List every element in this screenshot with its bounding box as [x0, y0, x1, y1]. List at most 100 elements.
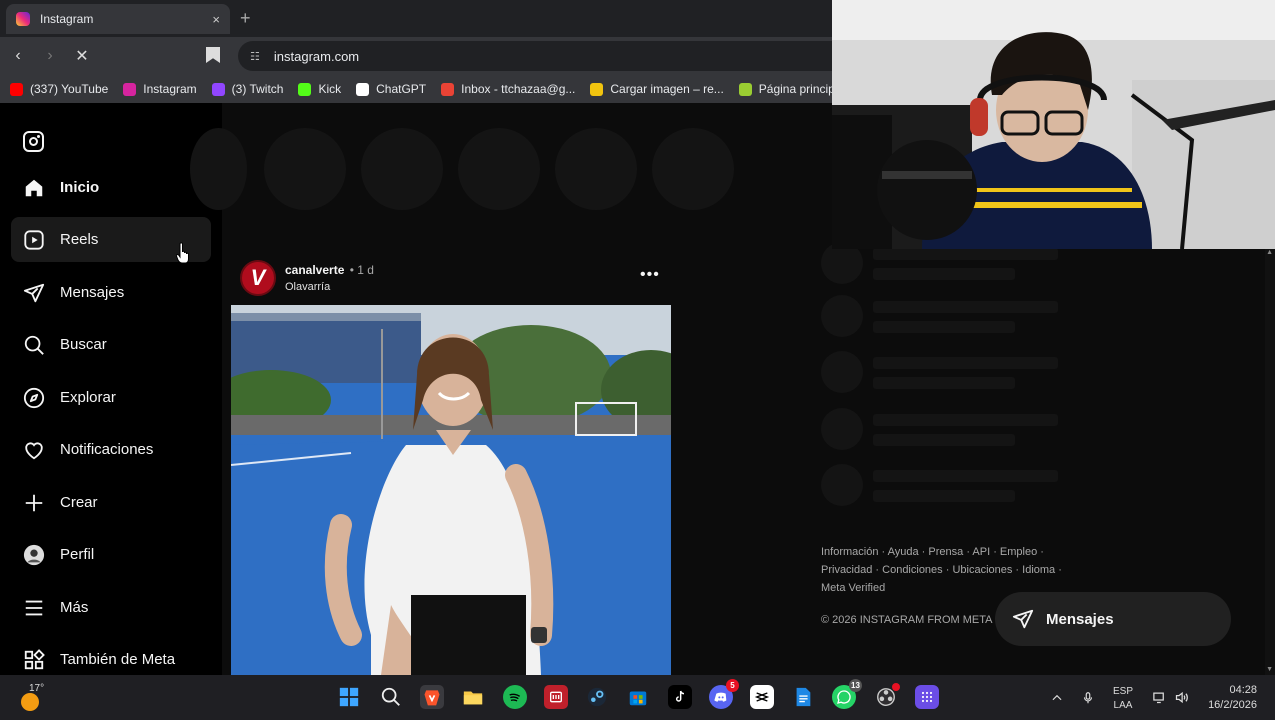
post-time: • 1 d	[349, 263, 374, 277]
bookmark-item[interactable]: Instagram	[123, 82, 197, 96]
windows-taskbar: 17° 5 13 ESP LAA 04:28 16/2/2026	[0, 675, 1275, 720]
menu-icon	[23, 597, 45, 619]
capcut-icon[interactable]	[750, 685, 774, 709]
bookmark-item[interactable]: Kick	[298, 82, 341, 96]
weather-widget[interactable]: 17°	[19, 683, 49, 713]
post-username[interactable]: canalverte • 1 d	[285, 263, 374, 277]
steam-icon[interactable]	[585, 685, 609, 709]
tab-close-icon[interactable]: ×	[212, 12, 220, 27]
suggestion-placeholder	[821, 295, 1061, 339]
weather-sun-icon	[21, 693, 39, 711]
story-placeholder	[190, 128, 247, 210]
instagram-favicon-icon	[16, 12, 30, 26]
stop-loading-icon[interactable]: ✕	[68, 46, 96, 66]
system-clock[interactable]: 04:28 16/2/2026	[1200, 683, 1257, 713]
volume-icon[interactable]	[1174, 675, 1189, 720]
webcam-overlay	[832, 0, 1275, 249]
sidebar-item-label: Explorar	[60, 389, 116, 406]
language-indicator[interactable]: ESP LAA	[1113, 685, 1133, 713]
back-icon[interactable]: ‹	[4, 47, 32, 65]
weather-temperature: 17°	[29, 683, 45, 694]
taskbar-search-icon[interactable]	[379, 685, 403, 709]
discord-icon[interactable]: 5	[709, 679, 739, 709]
discord-badge: 5	[726, 679, 739, 692]
tiktok-icon[interactable]	[668, 685, 692, 709]
apps-grid-icon[interactable]	[915, 685, 939, 709]
microsoft-store-icon[interactable]	[626, 685, 650, 709]
language-code: ESP	[1113, 686, 1134, 697]
scroll-up-arrow-icon[interactable]: ▲	[1266, 249, 1273, 256]
scrollbar[interactable]	[1265, 248, 1275, 675]
bookmark-favicon-icon	[298, 82, 312, 96]
microphone-icon[interactable]	[1081, 675, 1095, 720]
sidebar-item-label: Buscar	[60, 336, 107, 353]
browser-tab-instagram[interactable]: Instagram ×	[6, 4, 230, 34]
post-photo[interactable]	[231, 305, 671, 675]
bookmark-icon[interactable]	[206, 47, 220, 63]
footer-links-line[interactable]: Privacidad · Condiciones · Ubicaciones ·…	[821, 561, 1071, 579]
more-options-icon[interactable]: •••	[640, 266, 660, 284]
story-placeholder	[361, 128, 443, 210]
url-text: instagram.com	[273, 48, 360, 64]
bookmark-item[interactable]: ChatGPT	[356, 82, 426, 96]
post-location[interactable]: Olavarría	[285, 281, 330, 293]
home-icon	[23, 177, 45, 199]
sidebar-item-mensajes[interactable]: Mensajes	[11, 270, 211, 315]
document-app-icon[interactable]	[791, 685, 815, 709]
sidebar-item-label: Inicio	[60, 179, 100, 196]
sidebar-item-inicio[interactable]: Inicio	[11, 165, 211, 210]
whatsapp-icon[interactable]: 13	[832, 679, 862, 709]
sidebar-item-mas[interactable]: Más	[11, 585, 211, 630]
meta-apps-icon	[23, 648, 45, 671]
sidebar-item-tambien-de-meta[interactable]: También de Meta	[11, 637, 211, 675]
bookmark-item[interactable]: Página principal	[738, 82, 832, 96]
sidebar-item-label: Notificaciones	[60, 441, 154, 458]
network-icon[interactable]	[1152, 675, 1167, 720]
footer-links-line[interactable]: Información · Ayuda · Prensa · API · Emp…	[821, 543, 1071, 561]
story-placeholder	[555, 128, 637, 210]
bookmark-item[interactable]: (3) Twitch	[211, 82, 283, 96]
plus-icon	[23, 492, 45, 514]
bookmark-item[interactable]: (337) YouTube	[10, 82, 108, 96]
tray-overflow-chevron-icon[interactable]	[1050, 675, 1064, 720]
hand-cursor-icon	[176, 242, 189, 264]
browser-toolbar: ‹ › ✕ ☷ instagram.com	[0, 37, 832, 75]
bookmark-favicon-icon	[10, 82, 23, 96]
story-placeholder	[264, 128, 346, 210]
post-avatar[interactable]: V	[240, 260, 276, 296]
brave-browser-icon[interactable]	[420, 685, 444, 709]
bookmark-item[interactable]: Inbox - ttchazaa@g...	[441, 82, 575, 96]
address-bar[interactable]: ☷ instagram.com	[238, 41, 832, 71]
file-explorer-icon[interactable]	[461, 685, 485, 709]
instagram-logo-icon[interactable]	[23, 131, 44, 152]
sidebar-item-perfil[interactable]: Perfil	[11, 532, 211, 577]
post-username-text[interactable]: canalverte	[285, 263, 344, 277]
windows-start-icon[interactable]	[337, 685, 361, 709]
sidebar-item-label: Crear	[60, 494, 98, 511]
messages-button[interactable]: Mensajes	[995, 592, 1231, 646]
sidebar-nav: Inicio Reels Mensajes Buscar Explorar No…	[0, 103, 222, 675]
clock-time: 04:28	[1229, 684, 1257, 696]
reels-icon	[23, 229, 45, 251]
tab-title: Instagram	[40, 12, 94, 26]
sidebar-item-label: Perfil	[60, 546, 95, 563]
sidebar-item-explorar[interactable]: Explorar	[11, 375, 211, 420]
red-app-icon[interactable]	[544, 685, 568, 709]
search-icon	[23, 334, 45, 356]
spotify-icon[interactable]	[503, 685, 527, 709]
new-tab-button[interactable]: +	[240, 8, 251, 29]
forward-icon[interactable]: ›	[36, 47, 64, 65]
messages-button-label: Mensajes	[1046, 610, 1114, 628]
sidebar-item-crear[interactable]: Crear	[11, 480, 211, 525]
sidebar-item-label: Reels	[60, 231, 99, 248]
bookmark-item[interactable]: Cargar imagen – re...	[590, 82, 724, 96]
scroll-down-arrow-icon[interactable]: ▼	[1266, 666, 1273, 673]
compass-icon	[23, 387, 45, 409]
obs-recording-icon[interactable]	[874, 683, 900, 709]
sidebar-item-buscar[interactable]: Buscar	[11, 322, 211, 367]
send-icon	[23, 282, 45, 304]
sidebar-item-notificaciones[interactable]: Notificaciones	[11, 427, 211, 472]
footer-links: Información · Ayuda · Prensa · API · Emp…	[821, 543, 1071, 597]
browser-tab-strip: Instagram × +	[0, 0, 832, 37]
site-settings-icon[interactable]: ☷	[250, 50, 260, 63]
